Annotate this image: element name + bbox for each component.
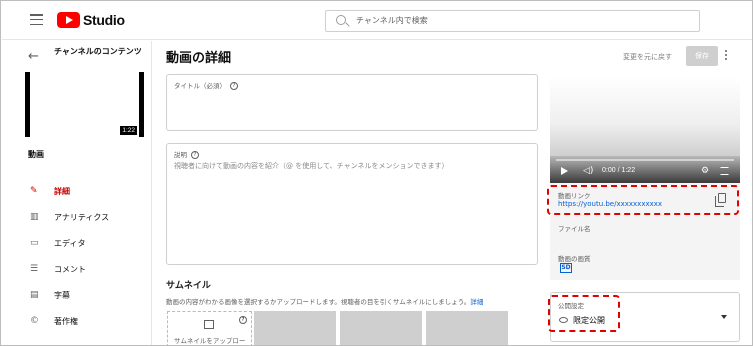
sidebar-item-label: エディタ	[54, 238, 86, 248]
sidebar-item-editor[interactable]: ▭ エディタ	[2, 233, 152, 253]
sidebar: ← チャンネルのコンテンツ 1:22 動画 ✎ 詳細 ▥ アナリティクス ▭ エ…	[2, 41, 152, 345]
more-options-icon[interactable]	[725, 50, 729, 62]
fullscreen-icon[interactable]	[720, 167, 729, 175]
sidebar-title[interactable]: チャンネルのコンテンツ	[54, 46, 144, 57]
pencil-icon: ✎	[30, 186, 38, 196]
help-icon[interactable]: ?	[239, 316, 247, 324]
video-preview-player[interactable]: ◁) 0:00 / 1:22 ⚙	[550, 76, 740, 183]
page-title: 動画の詳細	[166, 51, 232, 66]
help-icon[interactable]: ?	[230, 82, 238, 90]
description-placeholder: 視聴者に向けて動画の内容を紹介（@ を使用して、チャンネルをメンションできます）	[174, 162, 449, 170]
thumbnail-description: 動画の内容がわかる画像を選択するかアップロードします。視聴者の目を引くサムネイル…	[166, 296, 483, 306]
image-upload-icon	[204, 320, 214, 329]
filename-label: ファイル名	[558, 225, 591, 233]
menu-icon[interactable]	[30, 14, 43, 26]
sidebar-item-details[interactable]: ✎ 詳細	[2, 181, 152, 201]
description-field[interactable]: 説明? 視聴者に向けて動画の内容を紹介（@ を使用して、チャンネルをメンションで…	[166, 143, 538, 265]
sidebar-item-label: アナリティクス	[54, 212, 110, 222]
subtitles-icon: ▤	[30, 290, 39, 300]
volume-icon[interactable]: ◁)	[583, 166, 593, 176]
duration-badge: 1:22	[120, 126, 137, 135]
time-display: 0:00 / 1:22	[602, 167, 636, 174]
analytics-icon: ▥	[30, 212, 39, 222]
upload-thumbnail-button[interactable]: ? サムネイルをアップロー	[167, 311, 252, 345]
video-quality-label: 動画の画質	[558, 255, 591, 263]
description-field-label: 説明?	[174, 149, 199, 159]
help-icon[interactable]: ?	[191, 151, 199, 159]
sidebar-item-analytics[interactable]: ▥ アナリティクス	[2, 207, 152, 227]
play-icon[interactable]	[561, 167, 568, 175]
comments-icon: ☰	[30, 264, 39, 274]
highlight-video-link	[547, 185, 739, 215]
video-frame	[550, 76, 740, 156]
youtube-logo-icon	[57, 12, 80, 28]
top-bar: Studio チャンネル内で検索	[2, 2, 752, 40]
thumbnail-description-text: 動画の内容がわかる画像を選択するかアップロードします。視聴者の目を引くサムネイル…	[166, 298, 471, 306]
back-arrow-icon[interactable]: ←	[28, 49, 39, 64]
highlight-visibility	[548, 295, 620, 332]
upload-thumbnail-label: サムネイルをアップロー	[174, 337, 246, 345]
sd-quality-badge: SD	[560, 263, 572, 273]
auto-thumbnail-option[interactable]	[426, 311, 508, 345]
sidebar-item-label: 字幕	[54, 290, 70, 300]
youtube-studio-logo[interactable]: Studio	[57, 12, 125, 28]
video-section-label: 動画	[28, 150, 44, 159]
description-field-label-text: 説明	[174, 151, 187, 159]
sidebar-item-copyright[interactable]: © 著作権	[2, 311, 152, 331]
auto-thumbnail-option[interactable]	[340, 311, 422, 345]
search-icon	[336, 15, 346, 25]
title-field-label-text: タイトル（必須）	[174, 82, 226, 90]
editor-icon: ▭	[30, 238, 39, 248]
app-name: Studio	[83, 12, 125, 28]
studio-window: Studio チャンネル内で検索 ← チャンネルのコンテンツ 1:22 動画 ✎…	[0, 0, 753, 346]
sidebar-item-label: 詳細	[54, 186, 70, 196]
sidebar-item-comments[interactable]: ☰ コメント	[2, 259, 152, 279]
sidebar-item-label: コメント	[54, 264, 86, 274]
search-input[interactable]: チャンネル内で検索	[325, 10, 700, 32]
thumbnail-heading: サムネイル	[166, 281, 211, 291]
undo-changes-button[interactable]: 変更を元に戻す	[623, 52, 672, 62]
sidebar-item-label: 著作権	[54, 316, 78, 326]
title-field[interactable]: タイトル（必須）?	[166, 74, 538, 131]
dropdown-arrow-icon[interactable]	[721, 315, 727, 319]
sidebar-item-subtitles[interactable]: ▤ 字幕	[2, 285, 152, 305]
title-field-label: タイトル（必須）?	[174, 80, 238, 90]
save-button[interactable]: 保存	[686, 46, 718, 66]
copyright-icon: ©	[30, 316, 39, 326]
settings-gear-icon[interactable]: ⚙	[701, 166, 709, 176]
learn-more-link[interactable]: 詳細	[470, 298, 483, 306]
auto-thumbnail-option[interactable]	[254, 311, 336, 345]
search-placeholder: チャンネル内で検索	[356, 16, 428, 25]
progress-bar[interactable]	[556, 159, 734, 161]
player-controls: ◁) 0:00 / 1:22 ⚙	[550, 156, 740, 183]
video-thumbnail[interactable]: 1:22	[25, 72, 144, 137]
